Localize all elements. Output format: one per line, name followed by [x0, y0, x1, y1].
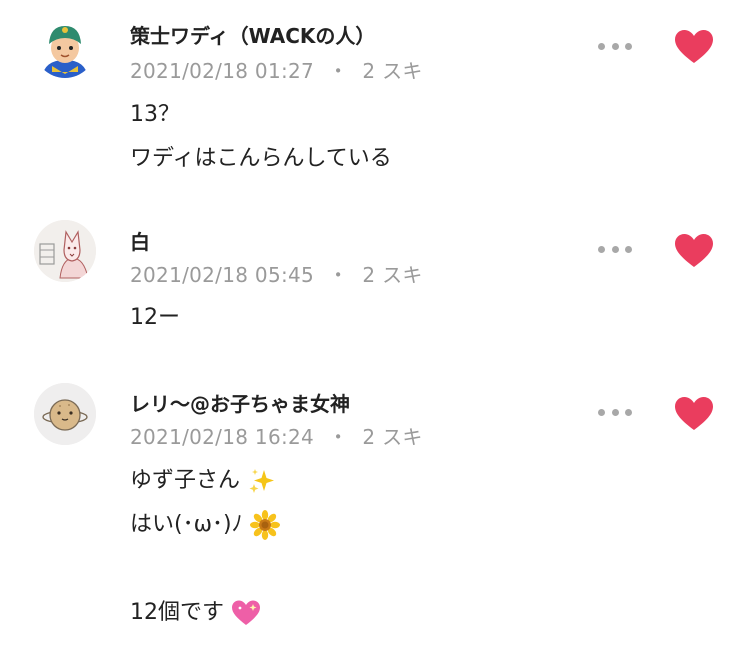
comment-body: ゆず子さん はい(･ω･)ﾉ 12個です — [130, 459, 280, 635]
comment-line-text: はい(･ω･)ﾉ — [130, 512, 243, 537]
sketch-fox-avatar-icon — [34, 220, 96, 282]
sparkling-heart-icon — [231, 598, 261, 628]
comment-line: はい(･ω･)ﾉ — [130, 503, 280, 547]
author-name[interactable]: 策士ワディ（WACKの人） — [130, 20, 375, 49]
round-bun-avatar-icon — [34, 383, 96, 445]
comment-date: 2021/02/18 01:27 — [130, 59, 315, 83]
avatar[interactable] — [34, 383, 96, 445]
heart-icon[interactable] — [674, 233, 714, 269]
meta-separator: ・ — [328, 425, 349, 449]
more-options-icon[interactable] — [598, 243, 632, 255]
comment-body: 13？ ワディはこんらんしている — [130, 93, 392, 181]
heart-icon[interactable] — [674, 396, 714, 432]
sunflower-icon — [249, 510, 280, 540]
author-name[interactable]: 白 — [130, 226, 150, 255]
heart-icon[interactable] — [674, 29, 714, 65]
comment-line: ゆず子さん — [130, 459, 280, 503]
like-count[interactable]: 2 スキ — [362, 263, 422, 287]
more-options-icon[interactable] — [598, 406, 632, 418]
comment-meta: 2021/02/18 16:24 ・ 2 スキ — [130, 421, 423, 450]
comment-date: 2021/02/18 05:45 — [130, 263, 315, 287]
like-count[interactable]: 2 スキ — [362, 59, 422, 83]
comment-line: ワディはこんらんしている — [130, 146, 392, 171]
meta-separator: ・ — [328, 59, 349, 83]
like-count[interactable]: 2 スキ — [362, 425, 422, 449]
comment-line: 12個です — [130, 591, 280, 635]
meta-separator: ・ — [328, 263, 349, 287]
author-name[interactable]: レリ〜@お子ちゃま女神 — [130, 388, 350, 417]
comment-line-text: 12個です — [130, 600, 224, 625]
comment-line — [130, 547, 280, 591]
sparkles-icon — [247, 466, 277, 496]
comment-date: 2021/02/18 16:24 — [130, 425, 315, 449]
comment-body: 12ー — [130, 296, 180, 340]
cartoon-person-avatar-icon — [34, 16, 96, 78]
comment-meta: 2021/02/18 05:45 ・ 2 スキ — [130, 259, 423, 288]
avatar[interactable] — [34, 16, 96, 78]
comment-line: 13？ — [130, 102, 180, 127]
comment-line-text: ゆず子さん — [130, 468, 241, 493]
comment-line: 12ー — [130, 305, 180, 330]
comment-meta: 2021/02/18 01:27 ・ 2 スキ — [130, 55, 423, 84]
avatar[interactable] — [34, 220, 96, 282]
more-options-icon[interactable] — [598, 40, 632, 52]
